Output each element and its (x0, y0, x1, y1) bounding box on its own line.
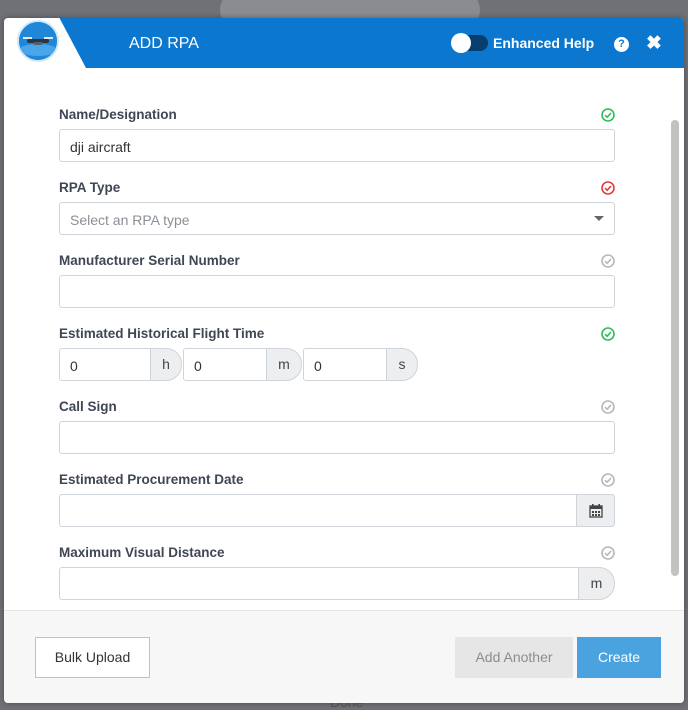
modal-footer: Bulk Upload Add Another Create (4, 610, 684, 703)
flight-hours-value: 0 (70, 358, 78, 374)
form-body: Name/Designation dji aircraft RPA Type S… (4, 68, 684, 610)
seconds-unit: s (386, 348, 418, 381)
name-input[interactable]: dji aircraft (59, 129, 615, 162)
chevron-down-icon (594, 216, 604, 221)
max-visual-distance-label: Maximum Visual Distance (59, 545, 225, 560)
valid-check-icon (601, 108, 615, 122)
neutral-check-icon (601, 546, 615, 560)
flight-minutes-input[interactable]: 0 (183, 348, 267, 381)
enhanced-help-label: Enhanced Help (493, 35, 595, 51)
name-label: Name/Designation (59, 107, 177, 122)
rpa-type-label: RPA Type (59, 180, 121, 195)
call-sign-label: Call Sign (59, 399, 117, 414)
serial-input[interactable] (59, 275, 615, 308)
form-scrollbar[interactable] (671, 120, 679, 576)
create-button[interactable]: Create (577, 637, 661, 678)
close-icon[interactable]: ✖ (646, 32, 662, 55)
procurement-date-input[interactable] (59, 494, 577, 527)
rpa-type-select[interactable]: Select an RPA type (59, 202, 615, 235)
modal-header: ADD RPA Enhanced Help ? ✖ (4, 18, 684, 68)
neutral-check-icon (601, 473, 615, 487)
flight-time-label: Estimated Historical Flight Time (59, 326, 265, 341)
enhanced-help-toggle[interactable] (451, 33, 488, 53)
call-sign-input[interactable] (59, 421, 615, 454)
hours-unit: h (150, 348, 182, 381)
modal-title: ADD RPA (129, 35, 199, 52)
neutral-check-icon (601, 400, 615, 414)
rpa-type-placeholder: Select an RPA type (70, 212, 190, 228)
calendar-button[interactable] (576, 494, 615, 527)
drone-icon (17, 20, 59, 62)
minutes-unit: m (266, 348, 302, 381)
flight-seconds-input[interactable]: 0 (303, 348, 387, 381)
calendar-icon (588, 504, 603, 518)
name-value: dji aircraft (70, 139, 131, 155)
serial-label: Manufacturer Serial Number (59, 253, 240, 268)
neutral-check-icon (601, 254, 615, 268)
toggle-knob (451, 33, 471, 53)
procurement-date-label: Estimated Procurement Date (59, 472, 244, 487)
valid-check-icon (601, 327, 615, 341)
flight-seconds-value: 0 (314, 358, 322, 374)
help-icon[interactable]: ? (614, 37, 629, 52)
invalid-check-icon (601, 181, 615, 195)
bulk-upload-button[interactable]: Bulk Upload (35, 637, 150, 678)
flight-minutes-value: 0 (194, 358, 202, 374)
add-another-button[interactable]: Add Another (455, 637, 573, 678)
max-visual-distance-input[interactable] (59, 567, 579, 600)
distance-unit: m (578, 567, 615, 600)
add-rpa-modal: ADD RPA Enhanced Help ? ✖ Name/Designati… (4, 18, 684, 703)
flight-hours-input[interactable]: 0 (59, 348, 151, 381)
